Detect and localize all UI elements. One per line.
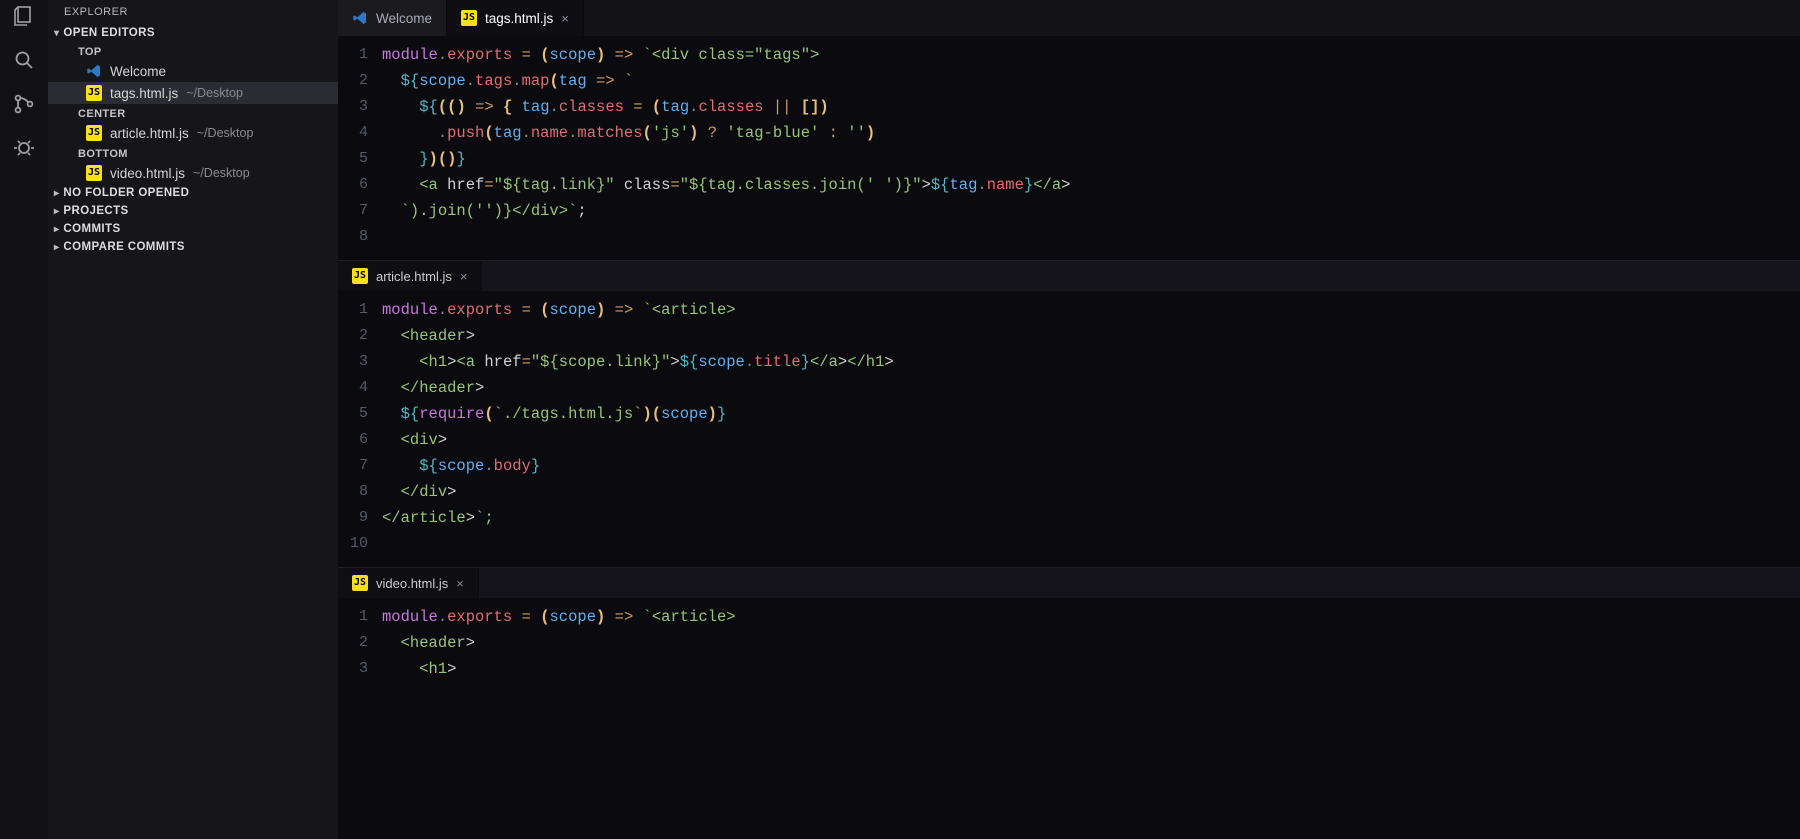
open-editors-header[interactable]: ▾ OPEN EDITORS (48, 24, 338, 42)
js-icon (86, 165, 102, 181)
editor-item-label: Welcome (110, 64, 166, 79)
caret-right-icon: ▸ (54, 188, 59, 199)
collapsed-section-header[interactable]: ▸PROJECTS (48, 202, 338, 220)
editor-item-path: ~/Desktop (197, 126, 254, 140)
caret-right-icon: ▸ (54, 206, 59, 217)
open-editors-list: TOPWelcometags.html.js~/DesktopCENTERart… (48, 42, 338, 184)
code-pane[interactable]: 123module.exports = (scope) => `<article… (338, 598, 1800, 692)
collapsed-section-header[interactable]: ▸COMMITS (48, 220, 338, 238)
close-icon[interactable]: × (456, 576, 464, 591)
editor-group-label: CENTER (48, 104, 338, 122)
code-pane[interactable]: 12345678module.exports = (scope) => `<di… (338, 36, 1800, 260)
editor-group: article.html.js×12345678910module.export… (338, 260, 1800, 567)
editor-tab[interactable]: video.html.js× (338, 568, 479, 598)
source-control-icon[interactable] (12, 92, 36, 116)
line-number-gutter: 12345678910 (338, 297, 382, 557)
js-icon (461, 10, 477, 26)
line-number-gutter: 12345678 (338, 42, 382, 250)
js-icon (352, 575, 368, 591)
js-icon (352, 268, 368, 284)
editor-tab[interactable]: tags.html.js× (447, 0, 584, 36)
editor-group: video.html.js×123module.exports = (scope… (338, 567, 1800, 692)
collapsed-section-header[interactable]: ▸COMPARE COMMITS (48, 238, 338, 256)
close-icon[interactable]: × (561, 11, 569, 26)
editor-tab[interactable]: Welcome (338, 0, 447, 36)
open-editor-item[interactable]: video.html.js ~/Desktop (48, 162, 338, 184)
editor-group-tab-row: article.html.js× (338, 261, 1800, 291)
editor-groups: 12345678module.exports = (scope) => `<di… (338, 36, 1800, 692)
search-icon[interactable] (12, 48, 36, 72)
open-editor-item[interactable]: tags.html.js ~/Desktop (48, 82, 338, 104)
editor-group-label: BOTTOM (48, 144, 338, 162)
debug-icon[interactable] (12, 136, 36, 160)
caret-right-icon: ▸ (54, 242, 59, 253)
editor-area: Welcometags.html.js× 12345678module.expo… (338, 0, 1800, 839)
activity-bar (0, 0, 48, 839)
editor-tab[interactable]: article.html.js× (338, 261, 482, 291)
editor-item-label: tags.html.js (110, 86, 178, 101)
js-icon (86, 85, 102, 101)
editor-item-path: ~/Desktop (186, 86, 243, 100)
code-pane[interactable]: 12345678910module.exports = (scope) => `… (338, 291, 1800, 567)
line-number-gutter: 123 (338, 604, 382, 682)
explorer-sidebar: EXPLORER ▾ OPEN EDITORS TOP Welcome tags.h… (48, 0, 338, 839)
files-icon[interactable] (12, 4, 36, 28)
code-content[interactable]: module.exports = (scope) => `<article> <… (382, 297, 894, 557)
editor-group: 12345678module.exports = (scope) => `<di… (338, 36, 1800, 260)
editor-group-tab-row: video.html.js× (338, 568, 1800, 598)
editor-group-label: TOP (48, 42, 338, 60)
caret-right-icon: ▸ (54, 224, 59, 235)
editor-tab-row: Welcometags.html.js× (338, 0, 1800, 36)
collapsed-sections: ▸NO FOLDER OPENED▸PROJECTS▸COMMITS▸COMPA… (48, 184, 338, 256)
explorer-title: EXPLORER (48, 2, 338, 24)
editor-item-path: ~/Desktop (193, 166, 250, 180)
editor-item-label: video.html.js (110, 166, 185, 181)
vscode-icon (86, 63, 102, 79)
code-content[interactable]: module.exports = (scope) => `<article> <… (382, 604, 736, 682)
vscode-icon (352, 10, 368, 26)
collapsed-section-header[interactable]: ▸NO FOLDER OPENED (48, 184, 338, 202)
close-icon[interactable]: × (460, 269, 468, 284)
caret-down-icon: ▾ (54, 28, 59, 39)
editor-item-label: article.html.js (110, 126, 189, 141)
js-icon (86, 125, 102, 141)
open-editor-item[interactable]: article.html.js ~/Desktop (48, 122, 338, 144)
code-content[interactable]: module.exports = (scope) => `<div class=… (382, 42, 1070, 250)
open-editor-item[interactable]: Welcome (48, 60, 338, 82)
